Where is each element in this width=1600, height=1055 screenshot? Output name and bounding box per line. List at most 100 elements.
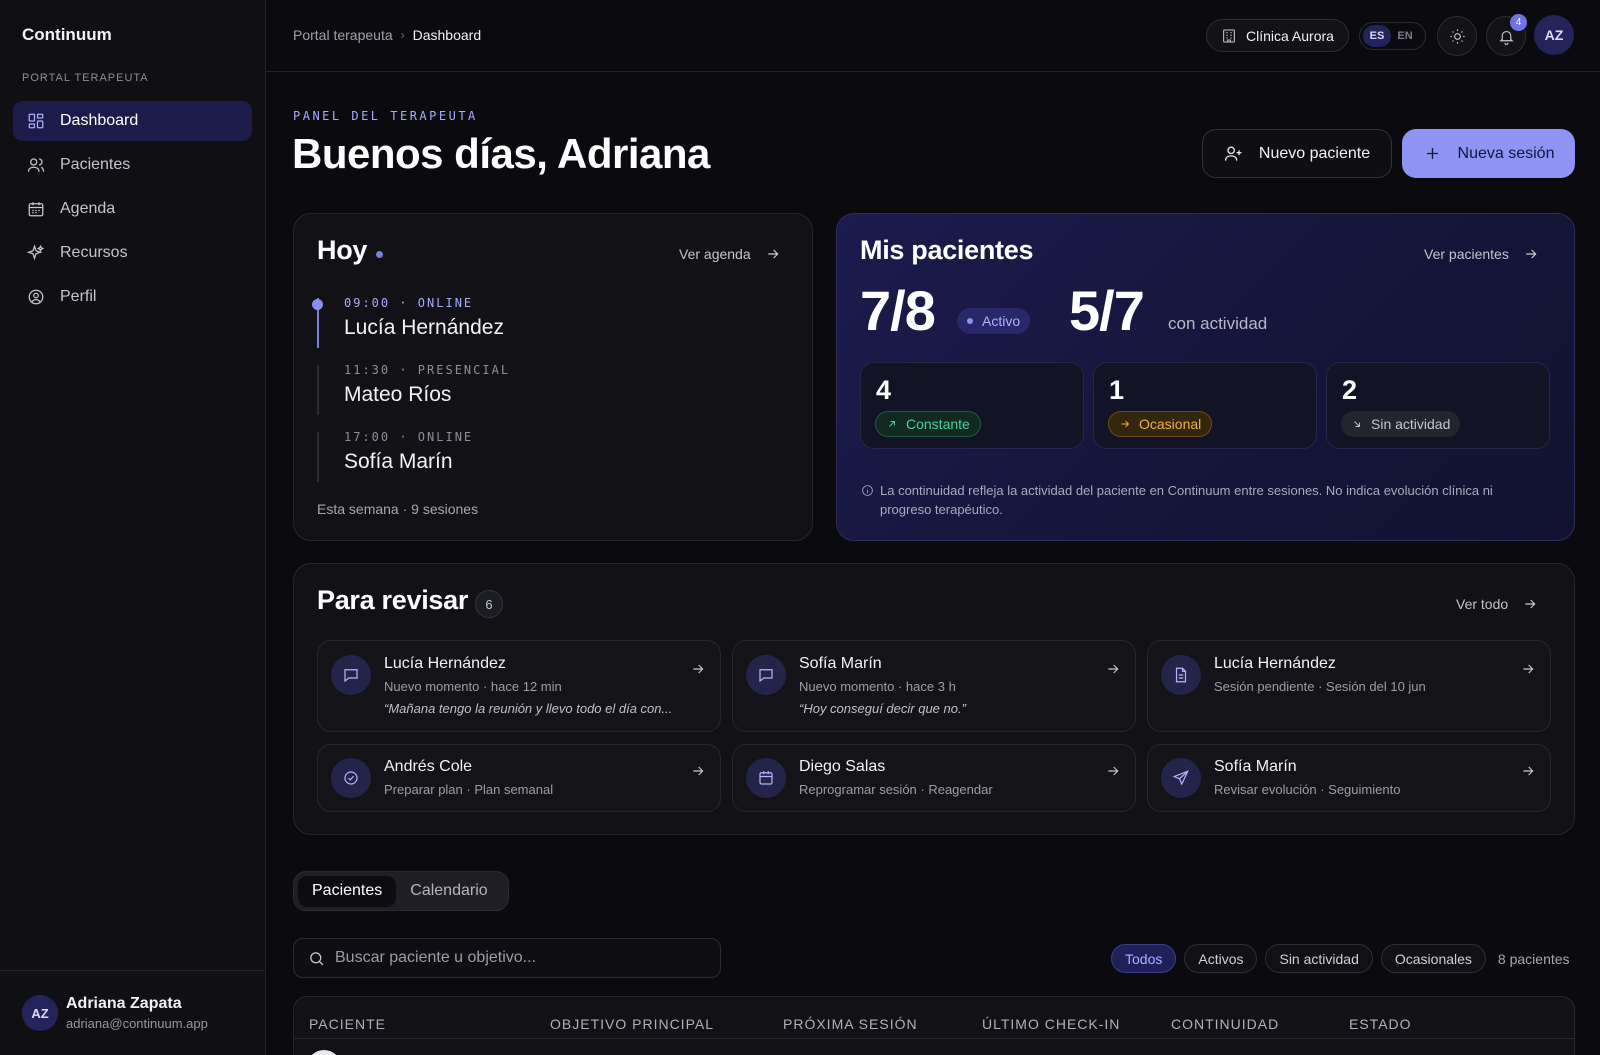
session-patient: Lucía Hernández — [344, 316, 504, 339]
activity-count: 5/7 — [1069, 279, 1145, 342]
column-header-continuidad[interactable]: CONTINUIDAD — [1171, 1016, 1279, 1032]
brand-logo[interactable]: Continuum — [22, 25, 112, 45]
filter-bar: Todos Activos Sin actividad Ocasionales … — [1111, 944, 1570, 973]
status-badge-sin-actividad: Sin actividad — [1341, 411, 1461, 437]
search-input[interactable]: Buscar paciente u objetivo... — [293, 938, 721, 978]
sidebar-item-recursos[interactable]: Recursos — [13, 233, 252, 273]
view-agenda-link[interactable]: Ver agenda — [679, 246, 781, 262]
review-patient-name: Lucía Hernández — [1214, 655, 1336, 672]
lang-es[interactable]: ES — [1363, 25, 1391, 47]
filter-ocasionales[interactable]: Ocasionales — [1380, 944, 1486, 973]
stat-label: Sin actividad — [1371, 416, 1451, 432]
session-item[interactable]: 11:30 · PRESENCIAL Mateo Ríos — [317, 359, 767, 426]
arrow-down-right-icon — [1354, 421, 1360, 427]
language-toggle[interactable]: ES EN — [1359, 22, 1426, 50]
breadcrumb: Portal terapeuta › Dashboard — [293, 27, 481, 43]
new-session-button[interactable]: Nueva sesión — [1402, 129, 1575, 178]
view-patients-label: Ver pacientes — [1424, 246, 1509, 262]
user-profile-footer[interactable]: AZ Adriana Zapata adriana@continuum.app — [0, 970, 266, 1055]
review-subtitle: Revisar evolución · Seguimiento — [1214, 782, 1401, 797]
arrow-up-right-icon — [889, 421, 895, 427]
review-title: Para revisar — [317, 585, 469, 615]
session-patient: Sofía Marín — [344, 450, 453, 473]
filter-activos[interactable]: Activos — [1184, 944, 1258, 973]
timeline-line — [317, 432, 319, 482]
review-quote: “Hoy conseguí decir que no.” — [799, 701, 966, 716]
review-item[interactable]: Lucía Hernández Nuevo momento · hace 12 … — [317, 640, 721, 732]
user-plus-icon — [1224, 146, 1242, 161]
view-agenda-label: Ver agenda — [679, 246, 751, 262]
building-icon — [1223, 28, 1235, 43]
tab-calendario[interactable]: Calendario — [396, 876, 501, 907]
users-icon — [26, 155, 46, 175]
bell-icon — [1498, 30, 1514, 45]
review-item[interactable]: Sofía Marín Nuevo momento · hace 3 h “Ho… — [732, 640, 1136, 732]
review-item[interactable]: Sofía Marín Revisar evolución · Seguimie… — [1147, 744, 1551, 812]
lang-en[interactable]: EN — [1391, 25, 1419, 47]
new-patient-button[interactable]: Nuevo paciente — [1202, 129, 1392, 178]
message-icon — [331, 655, 371, 695]
arrow-right-icon — [1108, 766, 1119, 776]
calendar-icon — [26, 199, 46, 219]
status-badge-constante: Constante — [875, 411, 981, 437]
check-circle-icon — [331, 758, 371, 798]
sidebar-item-pacientes[interactable]: Pacientes — [13, 145, 252, 185]
filter-sin-actividad[interactable]: Sin actividad — [1265, 944, 1373, 973]
user-name: Adriana Zapata — [66, 995, 182, 1012]
user-circle-icon — [26, 287, 46, 307]
breadcrumb-item-portal[interactable]: Portal terapeuta — [293, 27, 393, 43]
view-patients-link[interactable]: Ver pacientes — [1424, 246, 1539, 262]
review-item[interactable]: Lucía Hernández Sesión pendiente · Sesió… — [1147, 640, 1551, 732]
session-patient: Mateo Ríos — [344, 383, 452, 406]
status-dot — [376, 251, 383, 258]
notifications-button[interactable]: 4 — [1486, 14, 1527, 56]
review-item[interactable]: Andrés Cole Preparar plan · Plan semanal — [317, 744, 721, 812]
session-item[interactable]: 09:00 · ONLINE Lucía Hernández — [312, 292, 767, 359]
stat-card-sin-actividad[interactable]: 2 Sin actividad — [1326, 362, 1550, 449]
status-badge-active: Activo — [957, 308, 1031, 334]
review-subtitle: Nuevo momento · hace 3 h — [799, 679, 956, 694]
review-item[interactable]: Diego Salas Reprogramar sesión · Reagend… — [732, 744, 1136, 812]
review-count-badge: 6 — [475, 590, 503, 618]
column-header-objetivo[interactable]: OBJETIVO PRINCIPAL — [550, 1016, 714, 1032]
status-badge-ocasional: Ocasional — [1108, 411, 1213, 437]
session-time: 09:00 · ONLINE — [344, 296, 474, 310]
avatar: AZ — [22, 995, 58, 1031]
patients-table: PACIENTE OBJETIVO PRINCIPAL PRÓXIMA SESI… — [293, 996, 1575, 1055]
sidebar-item-label: Dashboard — [60, 112, 139, 129]
sidebar: Continuum PORTAL TERAPEUTA Dashboard Pac… — [0, 0, 266, 1055]
stat-card-constante[interactable]: 4 Constante — [860, 362, 1084, 449]
column-header-paciente[interactable]: PACIENTE — [309, 1016, 386, 1032]
tab-pacientes[interactable]: Pacientes — [298, 875, 397, 907]
sidebar-item-dashboard[interactable]: Dashboard — [13, 101, 252, 141]
status-dot — [967, 318, 973, 324]
search-icon — [310, 951, 324, 965]
view-tabs: Pacientes Calendario — [293, 871, 509, 911]
clinic-selector[interactable]: Clínica Aurora — [1206, 19, 1349, 52]
stat-value: 1 — [1109, 375, 1125, 405]
sidebar-item-label: Perfil — [60, 288, 97, 305]
column-header-proxima-sesion[interactable]: PRÓXIMA SESIÓN — [783, 1016, 918, 1032]
arrow-right-icon — [693, 664, 704, 674]
filter-todos[interactable]: Todos — [1111, 944, 1177, 973]
sidebar-nav: Dashboard Pacientes Agenda Recursos Perf… — [13, 101, 252, 321]
theme-toggle-button[interactable] — [1437, 16, 1477, 56]
sidebar-item-perfil[interactable]: Perfil — [13, 277, 252, 317]
review-patient-name: Sofía Marín — [799, 655, 882, 672]
user-email: adriana@continuum.app — [66, 1016, 208, 1031]
review-patient-name: Andrés Cole — [384, 758, 473, 775]
sidebar-item-agenda[interactable]: Agenda — [13, 189, 252, 229]
stat-label: Constante — [906, 416, 970, 432]
sidebar-item-label: Recursos — [60, 244, 128, 261]
sidebar-item-label: Pacientes — [60, 156, 131, 173]
view-all-link[interactable]: Ver todo — [1456, 596, 1538, 612]
column-header-ultimo-checkin[interactable]: ÚLTIMO CHECK-IN — [982, 1016, 1120, 1032]
search-placeholder: Buscar paciente u objetivo... — [335, 949, 537, 966]
column-header-estado[interactable]: ESTADO — [1349, 1016, 1412, 1032]
avatar[interactable]: AZ — [1534, 15, 1574, 55]
arrow-right-icon — [767, 249, 779, 259]
session-item[interactable]: 17:00 · ONLINE Sofía Marín — [317, 426, 767, 493]
timeline-dot — [312, 299, 323, 310]
week-summary: Esta semana · 9 sesiones — [317, 501, 479, 517]
stat-card-ocasional[interactable]: 1 Ocasional — [1093, 362, 1317, 449]
